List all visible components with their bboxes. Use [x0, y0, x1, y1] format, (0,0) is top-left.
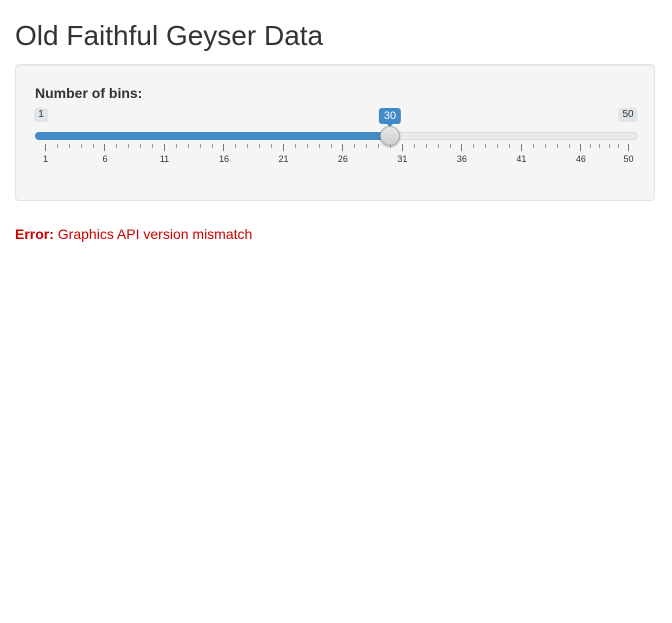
slider-minor-tick	[294, 144, 296, 148]
slider-minor-tick	[140, 144, 142, 148]
slider-minor-tick	[354, 144, 356, 148]
slider-minor-tick	[599, 144, 601, 148]
error-message: Error: Graphics API version mismatch	[15, 226, 252, 242]
slider-minor-tick	[187, 144, 189, 148]
sidebar-panel: Number of bins: 1 50 30 1 6 11 16 21 26 31 36 41…	[15, 64, 655, 201]
slider-major-tick	[342, 144, 344, 151]
slider-min-label: 1	[34, 108, 48, 122]
slider-tick-label: 36	[456, 154, 467, 164]
slider-minor-tick	[211, 144, 213, 148]
slider-major-tick	[520, 144, 522, 151]
slider-minor-tick	[330, 144, 332, 148]
bins-slider[interactable]: 1 50 30 1 6 11 16 21 26 31 36 41 46 50	[34, 106, 638, 171]
slider-major-tick	[401, 144, 403, 151]
slider-tick-label: 31	[397, 154, 408, 164]
slider-minor-tick	[80, 144, 82, 148]
slider-minor-tick	[152, 144, 154, 148]
slider-tick-label: 1	[42, 154, 49, 164]
slider-max-label: 50	[618, 108, 638, 122]
slider-minor-tick	[378, 144, 380, 148]
slider-tick-label: 46	[575, 154, 586, 164]
slider-grid: 1 6 11 16 21 26 31 36 41 46 50	[35, 144, 638, 168]
slider-value-label: 30	[378, 108, 402, 127]
slider-major-tick	[45, 144, 46, 151]
slider-minor-tick	[556, 144, 558, 148]
slider-minor-tick	[509, 144, 511, 148]
slider-minor-tick	[235, 144, 237, 148]
slider-minor-tick	[116, 144, 118, 148]
slider-minor-tick	[306, 144, 308, 148]
slider-minor-tick	[437, 144, 439, 148]
slider-tick-label: 41	[516, 154, 527, 164]
slider-minor-tick	[68, 144, 70, 148]
slider-minor-tick	[175, 144, 177, 148]
slider-track-fill	[35, 132, 391, 140]
slider-minor-tick	[128, 144, 130, 148]
slider-minor-tick	[608, 144, 610, 148]
slider-major-tick	[628, 144, 629, 151]
page-title: Old Faithful Geyser Data	[15, 20, 324, 51]
error-prefix: Error:	[15, 226, 54, 242]
slider-minor-tick	[473, 144, 475, 148]
slider-value-text: 30	[383, 110, 397, 122]
slider-tick-label: 11	[159, 154, 170, 164]
slider-major-tick	[580, 144, 582, 151]
slider-minor-tick	[589, 144, 591, 148]
slider-minor-tick	[366, 144, 368, 148]
slider-major-tick	[163, 144, 165, 151]
slider-major-tick	[223, 144, 225, 151]
slider-tick-label: 50	[623, 154, 634, 164]
slider-minor-tick	[259, 144, 261, 148]
error-text: Graphics API version mismatch	[57, 226, 253, 242]
slider-tick-label: 6	[102, 154, 108, 164]
slider-minor-tick	[199, 144, 201, 148]
slider-minor-tick	[497, 144, 499, 148]
slider-minor-tick	[247, 144, 249, 148]
slider-major-tick	[461, 144, 463, 151]
slider-tick-label: 21	[278, 154, 289, 164]
slider-minor-tick	[318, 144, 320, 148]
slider-minor-tick	[413, 144, 415, 148]
slider-tick-label: 16	[218, 154, 229, 164]
slider-minor-tick	[532, 144, 534, 148]
slider-minor-tick	[544, 144, 546, 148]
slider-minor-tick	[92, 144, 94, 148]
slider-minor-tick	[271, 144, 273, 148]
slider-minor-tick	[425, 144, 427, 148]
slider-minor-tick	[56, 144, 58, 148]
bins-label: Number of bins:	[35, 85, 143, 101]
slider-major-tick	[104, 144, 106, 151]
slider-major-tick	[282, 144, 284, 151]
slider-handle[interactable]	[380, 126, 401, 146]
slider-tick-label: 26	[337, 154, 348, 164]
slider-minor-tick	[485, 144, 487, 148]
slider-minor-tick	[449, 144, 451, 148]
slider-minor-tick	[390, 144, 392, 148]
slider-minor-tick	[618, 144, 620, 148]
slider-minor-tick	[568, 144, 570, 148]
